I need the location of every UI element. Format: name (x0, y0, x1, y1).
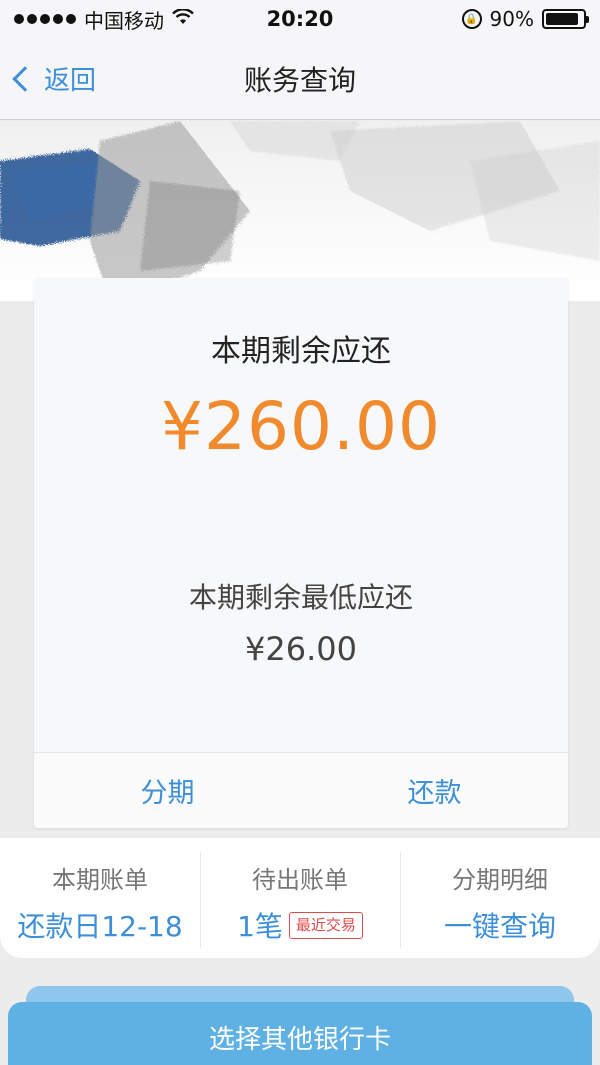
status-bar: 中国移动 20:20 🔒 90% (0, 0, 600, 38)
wifi-icon (172, 7, 194, 30)
battery-icon (542, 9, 589, 29)
navigation-bar: 返回 账务查询 (0, 38, 600, 120)
rotation-lock-icon: 🔒 (461, 9, 482, 29)
back-label: 返回 (44, 66, 97, 96)
current-bill-label: 本期账单 (52, 866, 148, 894)
pending-bill-label: 待出账单 (252, 866, 348, 894)
signal-dots-icon (14, 14, 76, 24)
card-actions: 分期 还款 (34, 752, 568, 828)
page-title: 账务查询 (243, 63, 356, 97)
minimum-due-label: 本期剩余最低应还 (188, 581, 413, 614)
pending-count-value: 1笔 最近交易 (237, 905, 363, 945)
installment-detail-label: 分期明细 (452, 866, 548, 894)
repayment-card: 本期剩余应还 ¥260.00 本期剩余最低应还 ¥26.00 分期 还款 (34, 278, 568, 828)
carrier-name: 中国移动 (84, 8, 164, 33)
pending-count-text: 1笔 (237, 910, 283, 943)
chevron-left-icon (12, 65, 38, 92)
status-left: 中国移动 (14, 5, 194, 34)
status-right: 🔒 90% (461, 7, 589, 31)
installment-detail-item[interactable]: 分期明细 一键查询 (400, 838, 600, 958)
minimum-due-amount: ¥26.00 (245, 630, 357, 668)
one-click-query-value: 一键查询 (444, 905, 556, 945)
one-click-query-text: 一键查询 (443, 910, 556, 943)
status-time: 20:20 (266, 7, 334, 31)
remaining-due-label: 本期剩余应还 (211, 334, 391, 369)
due-date-text: 还款日12-18 (17, 910, 183, 943)
back-button[interactable]: 返回 (12, 60, 97, 97)
battery-percentage: 90% (489, 7, 534, 31)
select-other-bank-card-button[interactable]: 选择其他银行卡 (8, 1002, 592, 1065)
repay-button[interactable]: 还款 (301, 753, 568, 828)
ink-brush-illustration (0, 121, 600, 301)
decorative-banner (0, 121, 600, 301)
installment-button[interactable]: 分期 (34, 753, 301, 828)
bill-summary: 本期账单 还款日12-18 待出账单 1笔 最近交易 分期明细 一键查询 (0, 838, 600, 958)
battery-fill (546, 13, 579, 25)
recent-transaction-badge: 最近交易 (288, 911, 363, 939)
due-date-value: 还款日12-18 (17, 905, 182, 945)
remaining-due-amount: ¥260.00 (161, 388, 441, 465)
current-bill-item[interactable]: 本期账单 还款日12-18 (0, 838, 200, 958)
pending-bill-item[interactable]: 待出账单 1笔 最近交易 (200, 838, 400, 958)
